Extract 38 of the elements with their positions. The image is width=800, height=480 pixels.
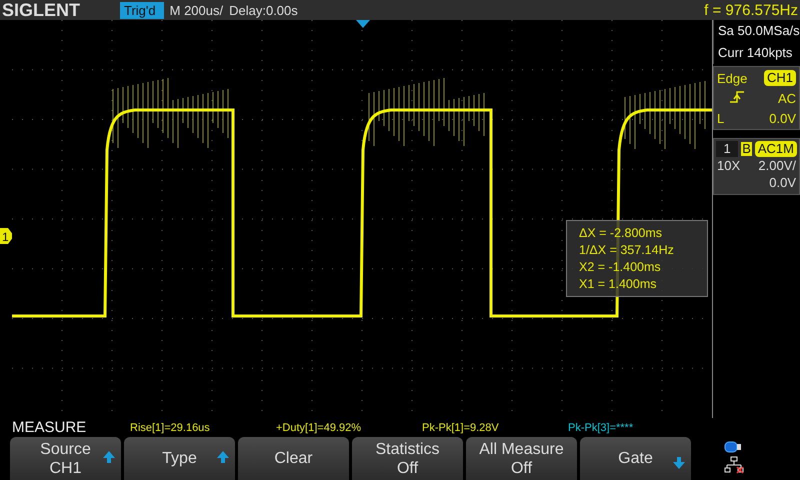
trigger-level-label: L <box>717 111 726 126</box>
cursor-readout: X2 = -1.400ms <box>579 259 662 275</box>
bandwidth-limit: B <box>741 142 752 156</box>
trigger-coupling: AC <box>776 91 796 106</box>
channel-offset: 0.0V <box>769 174 796 191</box>
sample-rate: Sa 50.0MSa/s <box>713 20 800 42</box>
up-arrow-icon <box>103 451 115 463</box>
channel-number: 1 <box>716 141 738 157</box>
menu-title: MEASURE <box>11 418 88 437</box>
softkey-button[interactable]: Gate <box>580 437 691 480</box>
rising-edge-icon <box>729 90 745 104</box>
cursor-readout: X1 = 1.400ms <box>579 276 658 292</box>
trigger-level: 0.0V <box>768 111 796 126</box>
trigger-type: Edge <box>717 70 748 86</box>
softkey-button[interactable]: Type <box>124 437 235 480</box>
cursor-readout: 1/ΔX = 357.14Hz <box>579 242 675 258</box>
network-icon <box>724 456 744 474</box>
softkey-button[interactable]: Statistics Off <box>352 437 463 480</box>
measurement-readout: Pk-Pk[1]=9.28V <box>422 422 500 434</box>
probe-ratio: 10X <box>717 157 740 174</box>
frequency-readout: f = 976.575Hz <box>704 2 799 18</box>
softkey-button[interactable]: All Measure Off <box>466 437 577 480</box>
brand-logo: SIGLENT <box>2 0 82 20</box>
measurement-readout: Pk-Pk[3]=**** <box>568 422 634 434</box>
delay-readout: Delay:0.00s <box>229 2 298 18</box>
trigger-status: Trig'd <box>120 2 164 18</box>
trigger-source: CH1 <box>764 70 796 86</box>
softkey-button[interactable]: Clear <box>238 437 349 480</box>
connector-icon <box>724 441 742 453</box>
down-arrow-icon <box>673 457 685 469</box>
vertical-scale: 2.00V/ <box>758 157 796 174</box>
channel-coupling: AC1M <box>754 141 797 157</box>
cursor-readout: ΔX = -2.800ms <box>579 225 664 241</box>
timebase: M 200us/ <box>170 2 224 18</box>
softkey-button[interactable]: Source CH1 <box>10 437 121 480</box>
up-arrow-icon <box>217 451 229 463</box>
measurement-readout: Rise[1]=29.16us <box>130 422 211 434</box>
measurement-readout: +Duty[1]=49.92% <box>276 422 362 434</box>
